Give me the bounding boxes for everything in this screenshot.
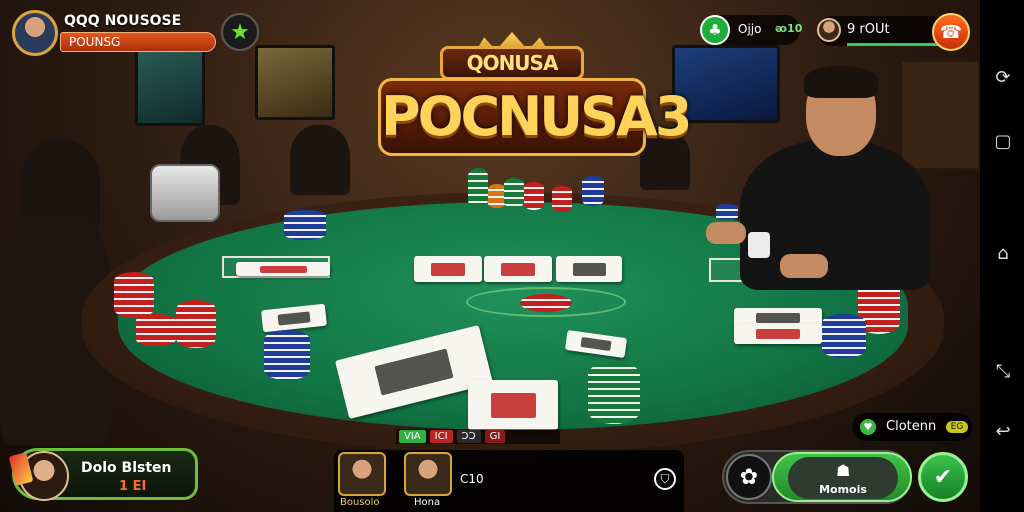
bottom-right-tag[interactable]: ♥ Clotenn EG: [852, 413, 972, 441]
player-subtitle: POUNSG: [60, 32, 216, 52]
check-glyph: ✔: [933, 464, 953, 490]
chip-stack: [468, 168, 488, 208]
shield-icon[interactable]: ⛉: [654, 468, 676, 490]
club-icon: ♣: [700, 15, 730, 45]
main-action-inner: ☗ Momois: [788, 457, 898, 499]
hand-card: [468, 380, 558, 430]
chip-stack: [524, 182, 544, 210]
heart-icon: ♥: [860, 419, 876, 435]
home-icon[interactable]: ⌂: [992, 242, 1014, 264]
chip-stack: [136, 314, 176, 346]
player-card: [734, 324, 822, 344]
player-name: Dolo Blsten: [81, 460, 172, 476]
card-shoe: [150, 164, 220, 222]
phone-icon[interactable]: ☎: [932, 13, 970, 51]
bottom-center-panel: [334, 450, 684, 512]
back-shelf: [900, 60, 980, 170]
logo-main-text: POCNUSA3: [378, 78, 692, 156]
main-action-button[interactable]: ☗ Momois: [772, 452, 912, 502]
chip-stack: [588, 362, 640, 424]
coins-display[interactable]: ♣ Ojjo ᴔ10: [700, 15, 803, 45]
pot-chips: [520, 294, 572, 312]
community-card: [556, 256, 622, 282]
system-nav-bar: ⟳ ▢ ⌂ ⤡ ↩: [980, 0, 1024, 512]
wall-screen-center: [255, 45, 335, 120]
game-logo: QONUSA POCNUSA3: [378, 32, 692, 157]
seat-value: C10: [460, 472, 484, 486]
phone-glyph: ☎: [939, 21, 963, 43]
chip-stack: [504, 178, 524, 208]
player-avatar-icon[interactable]: [404, 452, 452, 496]
player-name: 9 rOUt: [847, 22, 890, 37]
dealer-cup: [748, 232, 770, 258]
top-right-player-panel[interactable]: 9 rOUt: [817, 16, 947, 46]
star-icon[interactable]: ★: [221, 13, 259, 51]
chip-stack: [552, 186, 572, 212]
chip-stack: [284, 210, 326, 240]
seat-label: Hona: [414, 497, 441, 508]
strip-item: ƆƆ: [456, 430, 481, 443]
community-card: [484, 256, 552, 282]
player-amount: 1 EI: [119, 479, 147, 494]
gear-glyph: ✿: [739, 464, 759, 490]
main-action-label: Momois: [819, 483, 867, 496]
tag-label: Clotenn: [886, 419, 937, 434]
gear-icon[interactable]: ✿: [726, 454, 772, 500]
wall-screen-left: [135, 48, 205, 126]
coins-label: Ojjo: [738, 22, 762, 36]
dealer-body: [740, 140, 930, 290]
bottom-left-player-panel[interactable]: Dolo Blsten 1 EI: [12, 448, 198, 501]
player-name: QQQ NOUSOSE: [64, 13, 182, 29]
table-info-strip: VIA ICI ƆƆ GI: [396, 429, 560, 444]
back-icon[interactable]: ↩: [992, 420, 1014, 442]
star-glyph: ★: [230, 19, 250, 45]
chip-stack: [264, 330, 310, 380]
strip-item: ICI: [429, 430, 453, 443]
chip-stack: [822, 314, 866, 358]
robot-icon: ☗: [836, 461, 851, 480]
coins-value: ᴔ10: [775, 22, 803, 35]
strip-item: VIA: [399, 430, 426, 443]
player-progress-bar: [847, 43, 947, 46]
resize-icon[interactable]: ⤡: [992, 360, 1014, 382]
dealer-hair: [804, 66, 878, 98]
community-card: [414, 256, 482, 282]
chip-stack: [582, 176, 604, 206]
logo-top-text: QONUSA: [440, 46, 584, 80]
chip-stack: [176, 300, 216, 348]
player-avatar-icon[interactable]: [12, 10, 58, 56]
tag-value: EG: [946, 421, 968, 433]
rotate-icon[interactable]: ⟳: [992, 66, 1014, 88]
square-icon[interactable]: ▢: [992, 130, 1014, 152]
player-avatar-icon[interactable]: [338, 452, 386, 496]
strip-item: GI: [484, 430, 506, 443]
background-patron: [290, 125, 350, 195]
player-avatar-icon: [817, 18, 841, 42]
top-left-player-panel[interactable]: QQQ NOUSOSE POUNSG: [40, 13, 216, 53]
chip-stack: [716, 204, 738, 220]
seat-label: Bousolo: [340, 497, 380, 508]
dealer-hand: [706, 222, 746, 244]
dealer-hand: [780, 254, 828, 278]
chip-stack: [114, 272, 154, 318]
check-icon[interactable]: ✔: [918, 452, 968, 502]
player-card: [236, 262, 330, 276]
